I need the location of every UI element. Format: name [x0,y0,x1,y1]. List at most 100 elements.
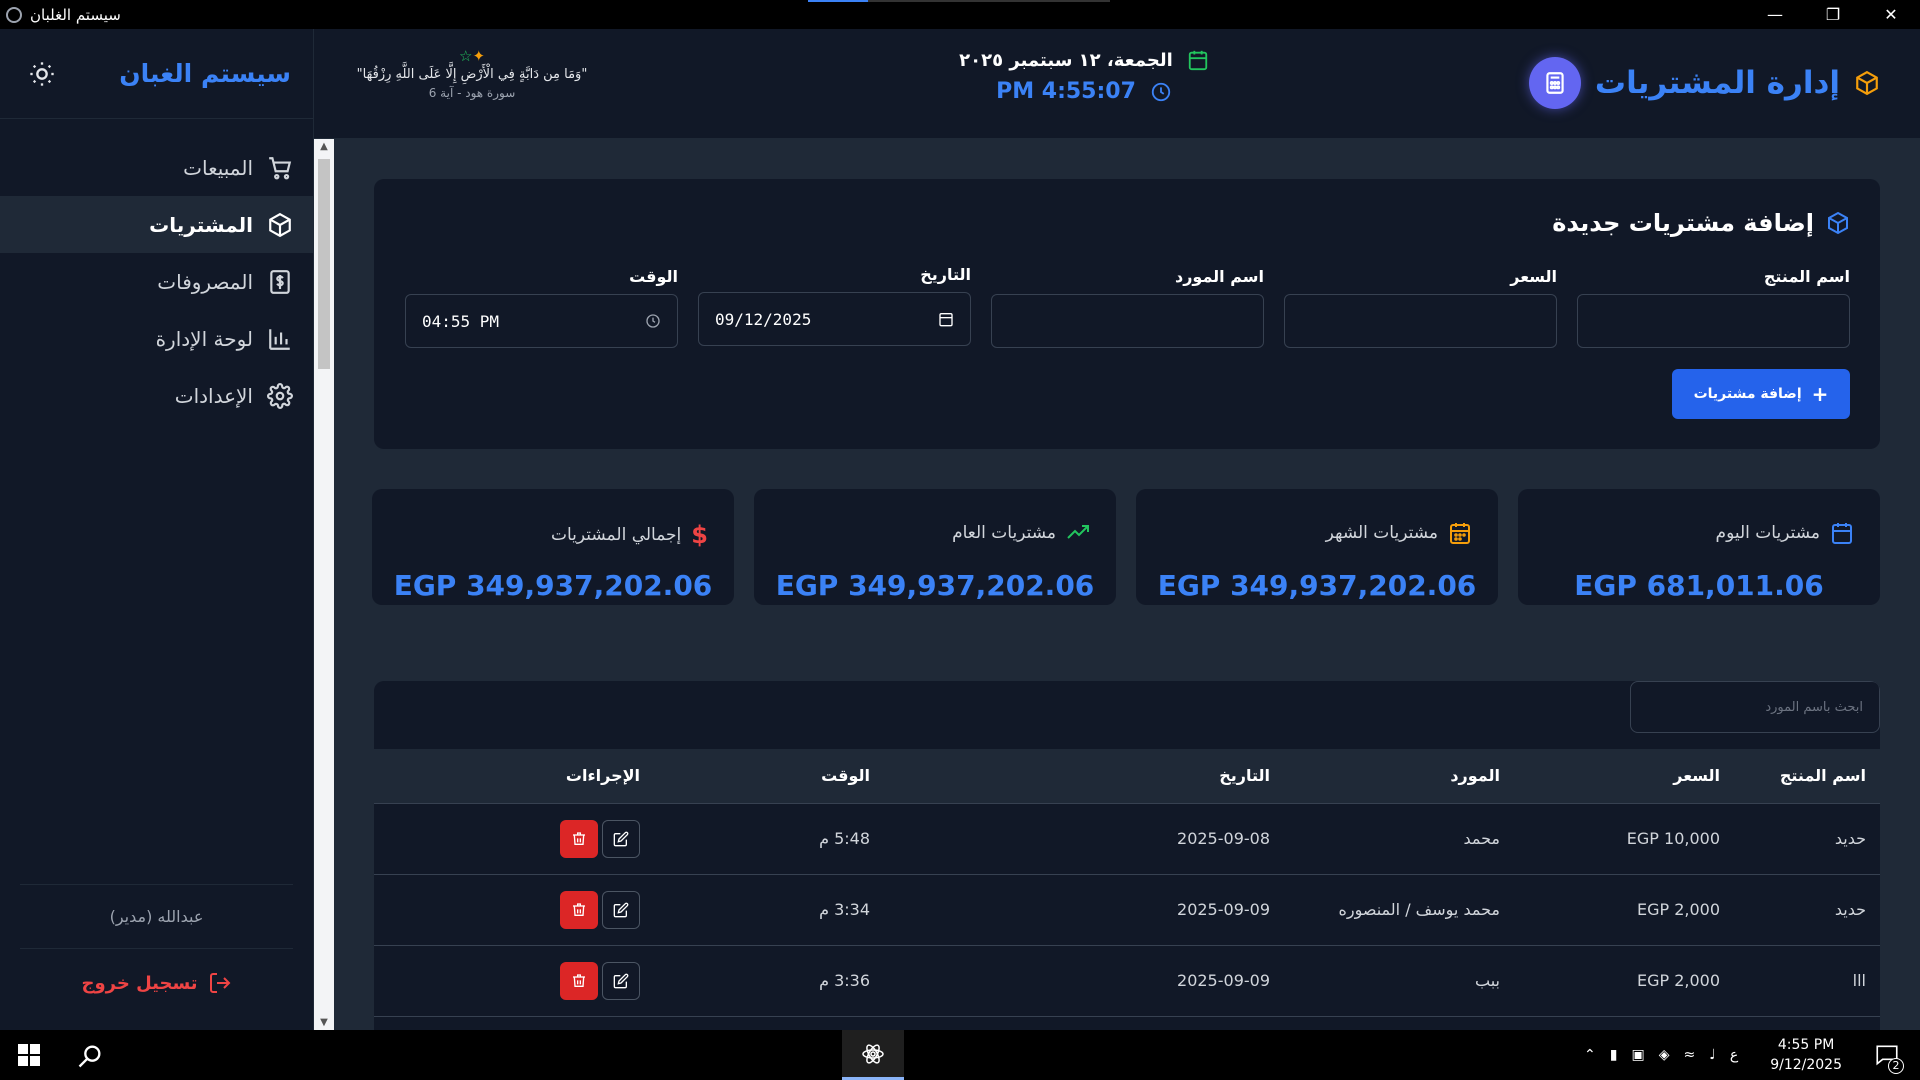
time-value: 04:55 PM [422,311,500,331]
edit-button[interactable] [602,819,640,858]
verse-text: "وَمَا مِن دَابَّةٍ فِي الْأَرْضِ إِلَّا… [356,67,588,82]
windows-taskbar: ⌃ ▮ ▣ ◈ ≈ ♩ ع 4:55 PM 9/12/2025 2 [0,1030,1920,1080]
cell-supplier: محمد [1463,829,1500,848]
stat-label: مشتريات العام [952,523,1056,543]
cell-product: lll [1852,971,1866,990]
price-label: السعر [1510,267,1557,286]
cell-product: حديد [1834,900,1866,919]
wifi-icon[interactable]: ≈ [1684,1047,1696,1063]
table-row: حديد EGP 2,000 محمد يوسف / المنصوره 2025… [374,874,1880,945]
delete-button[interactable] [560,890,598,929]
main-scrollbar[interactable]: ▲ ▼ [314,139,334,1030]
input-language[interactable]: ع [1730,1047,1738,1063]
volume-icon[interactable]: ♩ [1709,1047,1716,1063]
system-tray: ⌃ ▮ ▣ ◈ ≈ ♩ ع 4:55 PM 9/12/2025 [1584,1030,1842,1080]
sidebar-item-purchases[interactable]: المشتريات [0,196,313,253]
cell-supplier: ببب [1475,971,1500,990]
current-time: PM 4:55:07 [996,79,1136,104]
logout-button[interactable]: تسجيل خروج [20,949,293,995]
theme-toggle-sun-icon[interactable] [28,60,56,88]
form-title: إضافة مشتريات جديدة [1552,209,1850,237]
calendar-picker-icon[interactable] [938,311,954,327]
notification-count: 2 [1888,1058,1904,1074]
delete-button[interactable] [560,819,598,858]
scroll-up-icon[interactable]: ▲ [314,141,334,152]
supplier-input[interactable] [991,294,1264,348]
stat-value: EGP 349,937,202.06 [775,569,1095,602]
clock-time: 4:55 PM [1777,1037,1835,1053]
windows-start-icon[interactable] [18,1044,40,1066]
cell-price: EGP 10,000 [1626,829,1720,848]
sidebar: سيستم الغبان المبيعات المشتريات المصروفا… [0,29,314,1030]
sidebar-item-label: المشتريات [149,212,253,237]
top-header: ☆✦ "وَمَا مِن دَابَّةٍ فِي الْأَرْضِ إِل… [314,29,1920,139]
table-row: lll EGP 2,000 ببب 2025-09-09 3:36 م [374,945,1880,1016]
table-row [374,1016,1880,1030]
product-name-input[interactable] [1577,294,1850,348]
close-button[interactable]: ✕ [1862,0,1920,29]
stat-label: مشتريات اليوم [1715,523,1820,543]
scroll-thumb[interactable] [318,159,330,369]
table-row: حديد EGP 10,000 محمد 2025-09-08 5:48 م [374,803,1880,874]
sidebar-item-expenses[interactable]: المصروفات [0,253,313,310]
trending-up-icon [1067,525,1089,539]
supplier-search-input[interactable]: ابحث باسم المورد [1630,681,1880,733]
stars-icon: ☆✦ [458,47,486,65]
edit-button[interactable] [602,961,640,1000]
plus-icon: + [1811,382,1829,406]
minimize-button[interactable]: — [1746,0,1804,29]
logout-icon [209,973,230,993]
cell-actions [374,803,640,874]
supplier-field: اسم المورد [991,267,1264,348]
cell-date: 2025-09-09 [1177,900,1270,919]
calendar-icon [1188,50,1207,71]
stat-card-today: مشتريات اليوم EGP 681,011.06 [1518,489,1880,605]
clock-date: 9/12/2025 [1770,1057,1842,1073]
supplier-label: اسم المورد [1174,267,1264,286]
security-icon[interactable]: ◈ [1659,1047,1670,1063]
cell-product: حديد [1834,829,1866,848]
taskbar-app-icon[interactable] [842,1030,904,1080]
date-label: التاريخ [920,265,971,284]
bar-chart-icon [269,328,290,350]
main-content: إضافة مشتريات جديدة اسم المنتج السعر اسم… [334,139,1920,1030]
cell-actions [374,874,640,945]
logout-label: تسجيل خروج [81,972,198,994]
column-header: اسم المنتج [1779,766,1866,786]
camera-icon[interactable]: ▣ [1631,1047,1644,1063]
sidebar-item-sales[interactable]: المبيعات [0,139,313,196]
scroll-down-icon[interactable]: ▼ [314,1017,334,1028]
column-header: الإجراءات [565,766,640,786]
product-name-label: اسم المنتج [1763,267,1850,286]
gear-icon [267,382,293,409]
cell-time: 5:48 م [819,829,870,848]
trash-icon [573,902,585,916]
delete-button[interactable] [560,961,598,1000]
clock-picker-icon[interactable] [645,313,661,329]
notifications-icon[interactable]: 2 [1874,1042,1904,1074]
stat-value: EGP 681,011.06 [1574,569,1824,602]
time-input[interactable]: 04:55 PM [405,294,678,348]
date-input[interactable]: 09/12/2025 [698,292,971,346]
clock-icon [1151,82,1171,101]
stat-value: EGP 349,937,202.06 [393,569,713,602]
calendar-icon [1832,523,1852,544]
edit-button[interactable] [602,890,640,929]
brand-title: سيستم الغبان [119,59,291,88]
chevron-up-icon[interactable]: ⌃ [1584,1047,1596,1063]
price-input[interactable] [1284,294,1557,348]
current-user: عبدالله (مدير) [20,885,293,949]
add-purchase-button[interactable]: إضافة مشتريات + [1672,369,1850,419]
add-purchase-form: إضافة مشتريات جديدة اسم المنتج السعر اسم… [374,179,1880,449]
date-value: 09/12/2025 [715,309,812,329]
search-icon[interactable] [76,1042,104,1074]
maximize-button[interactable]: ❐ [1804,0,1862,29]
page-title: إدارة المشتريات [1509,57,1880,109]
column-header: المورد [1450,766,1500,786]
taskbar-clock[interactable]: 4:55 PM 9/12/2025 [1770,1035,1842,1075]
stat-label: إجمالي المشتريات [550,525,682,545]
sidebar-item-settings[interactable]: الإعدادات [0,367,313,424]
sidebar-item-dashboard[interactable]: لوحة الإدارة [0,310,313,367]
cell-price: EGP 2,000 [1636,971,1720,990]
battery-icon[interactable]: ▮ [1610,1047,1618,1063]
